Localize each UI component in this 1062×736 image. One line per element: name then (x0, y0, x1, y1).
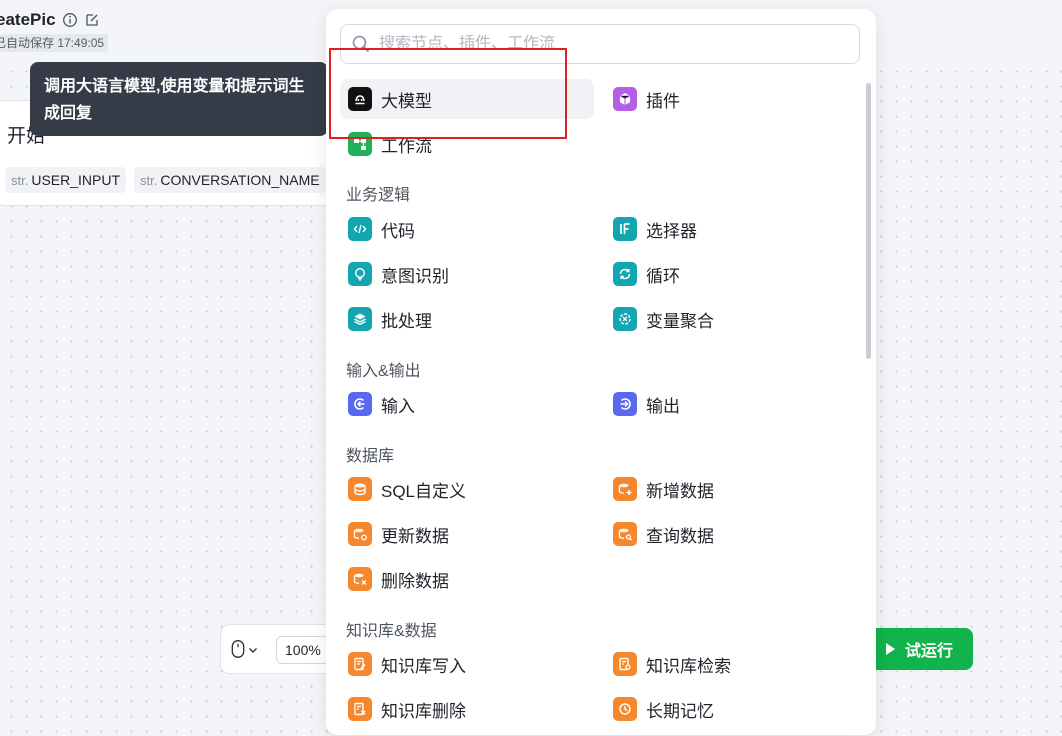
node-item-knowledge-delete[interactable]: 知识库删除 (340, 689, 594, 729)
node-item-query-data[interactable]: 查询数据 (605, 514, 859, 554)
variable-tag: str. USER_INPUT (5, 167, 127, 193)
node-item-delete-data[interactable]: 删除数据 (340, 559, 594, 599)
node-item-loop[interactable]: 循环 (605, 254, 859, 294)
node-picker-panel: 大模型 插件 工作流 业务逻辑 代码 选择器 (326, 9, 876, 735)
aggregate-icon (613, 307, 637, 331)
node-item-llm[interactable]: 大模型 (340, 79, 594, 119)
section-title: 输入&输出 (346, 363, 421, 380)
section-title: 知识库&数据 (346, 623, 437, 640)
workflow-title[interactable]: eatePic (0, 10, 56, 30)
title-row: eatePic (0, 10, 100, 30)
node-item-sql[interactable]: SQL自定义 (340, 469, 594, 509)
code-icon (348, 217, 372, 241)
search-box[interactable] (340, 24, 860, 64)
database-query-icon (613, 522, 637, 546)
node-item-code[interactable]: 代码 (340, 209, 594, 249)
database-delete-icon (348, 567, 372, 591)
section-title: 业务逻辑 (346, 187, 411, 204)
if-icon (613, 217, 637, 241)
intent-icon (348, 262, 372, 286)
chevron-down-icon (247, 643, 259, 661)
node-tooltip: 调用大语言模型,使用变量和提示词生成回复 (30, 62, 335, 136)
memory-icon (613, 697, 637, 721)
node-item-aggregate[interactable]: 变量聚合 (605, 299, 859, 339)
knowledge-delete-icon (348, 697, 372, 721)
node-item-long-term-memory[interactable]: 长期记忆 (605, 689, 859, 729)
mouse-icon (231, 639, 245, 664)
node-item-input[interactable]: 输入 (340, 384, 594, 424)
database-icon (348, 477, 372, 501)
node-item-knowledge-search[interactable]: 知识库检索 (605, 644, 859, 684)
plugin-icon (613, 87, 637, 111)
info-icon[interactable] (62, 12, 78, 28)
node-item-selector[interactable]: 选择器 (605, 209, 859, 249)
knowledge-write-icon (348, 652, 372, 676)
test-run-label: 试运行 (904, 643, 953, 660)
node-item-workflow[interactable]: 工作流 (340, 124, 594, 164)
section-title: 数据库 (346, 448, 395, 465)
node-item-plugin[interactable]: 插件 (605, 79, 859, 119)
node-item-update-data[interactable]: 更新数据 (340, 514, 594, 554)
batch-icon (348, 307, 372, 331)
loop-icon (613, 262, 637, 286)
knowledge-search-icon (613, 652, 637, 676)
search-icon (351, 34, 371, 54)
interaction-mode-button[interactable] (231, 639, 259, 664)
database-update-icon (348, 522, 372, 546)
edit-icon[interactable] (84, 12, 100, 28)
node-item-intent[interactable]: 意图识别 (340, 254, 594, 294)
search-input[interactable] (379, 35, 859, 53)
node-item-batch[interactable]: 批处理 (340, 299, 594, 339)
node-item-knowledge-write[interactable]: 知识库写入 (340, 644, 594, 684)
llm-icon (348, 87, 372, 111)
test-run-button[interactable]: 试运行 (860, 628, 973, 670)
node-item-insert-data[interactable]: 新增数据 (605, 469, 859, 509)
start-node-variables: str. USER_INPUT str. CONVERSATION_NAME (5, 167, 326, 193)
scrollbar[interactable] (866, 83, 871, 359)
variable-tag: str. CONVERSATION_NAME (134, 167, 326, 193)
autosave-status: 已自动保存 17:49:05 (0, 34, 109, 52)
workflow-icon (348, 132, 372, 156)
input-icon (348, 392, 372, 416)
output-icon (613, 392, 637, 416)
play-icon (885, 643, 895, 655)
database-add-icon (613, 477, 637, 501)
node-item-output[interactable]: 输出 (605, 384, 859, 424)
